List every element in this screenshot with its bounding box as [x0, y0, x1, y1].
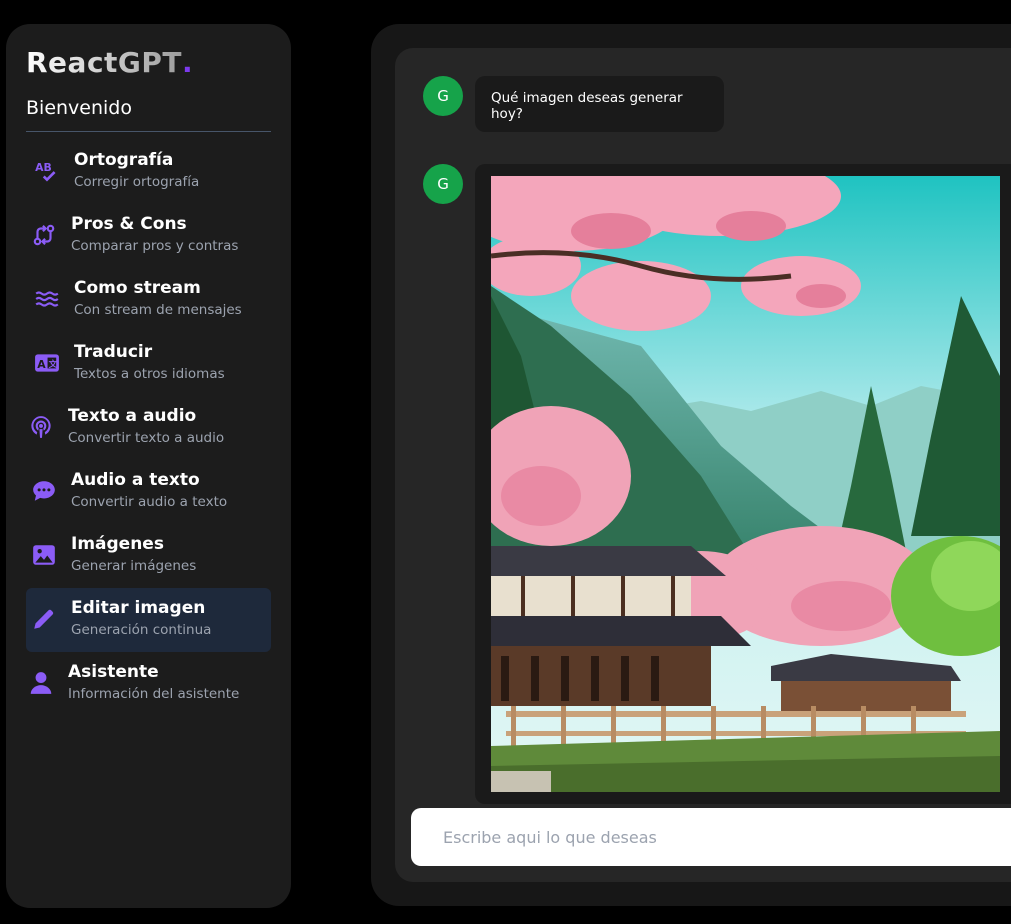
sidebar-item-imagenes[interactable]: Imágenes Generar imágenes — [26, 524, 271, 588]
sidebar-item-title: Texto a audio — [68, 406, 197, 426]
image-icon — [29, 540, 59, 570]
spell-check-icon: AB — [32, 156, 62, 186]
sidebar-item-subtitle: Convertir audio a texto — [71, 494, 228, 510]
sidebar-item-editar-imagen[interactable]: Editar imagen Generación continua — [26, 588, 271, 652]
sidebar-menu: AB Ortografía Corregir ortografía Pros &… — [26, 140, 271, 716]
brand-name: ReactGPT — [26, 46, 183, 79]
sidebar-item-subtitle: Corregir ortografía — [74, 174, 200, 190]
code-compare-icon — [29, 220, 59, 250]
bot-avatar: G — [423, 76, 463, 116]
chat-input-bar — [411, 808, 1011, 866]
sidebar-item-subtitle: Convertir texto a audio — [68, 430, 225, 446]
sidebar-item-asistente[interactable]: Asistente Información del asistente — [26, 652, 271, 716]
sidebar-item-subtitle: Generación continua — [71, 622, 212, 638]
welcome-heading: Bienvenido — [26, 97, 271, 132]
sidebar-item-title: Ortografía — [74, 150, 174, 170]
brand-logo: ReactGPT. — [26, 46, 271, 79]
sidebar-item-subtitle: Información del asistente — [68, 686, 240, 702]
sidebar-item-pros-cons[interactable]: Pros & Cons Comparar pros y contras — [26, 204, 271, 268]
svg-text:A: A — [37, 358, 46, 371]
water-icon — [32, 284, 62, 314]
sidebar-item-title: Pros & Cons — [71, 214, 187, 234]
comment-dots-icon — [29, 476, 59, 506]
chat-input[interactable] — [411, 808, 1011, 866]
brand-dot: . — [182, 46, 193, 79]
user-icon — [26, 668, 56, 698]
svg-text:AB: AB — [35, 161, 52, 174]
sidebar-item-como-stream[interactable]: Como stream Con stream de mensajes — [26, 268, 271, 332]
sidebar-item-title: Audio a texto — [71, 470, 200, 490]
sidebar-item-subtitle: Generar imágenes — [71, 558, 197, 574]
sidebar-item-subtitle: Con stream de mensajes — [74, 302, 242, 318]
sidebar-item-audio-texto[interactable]: Audio a texto Convertir audio a texto — [26, 460, 271, 524]
pencil-icon — [29, 604, 59, 634]
bot-message-text: Qué imagen deseas generar hoy? — [491, 90, 683, 122]
sidebar-item-ortografia[interactable]: AB Ortografía Corregir ortografía — [26, 140, 271, 204]
sidebar-item-title: Imágenes — [71, 534, 164, 554]
sidebar-item-texto-audio[interactable]: Texto a audio Convertir texto a audio — [26, 396, 271, 460]
podcast-icon — [26, 412, 56, 442]
sidebar-item-subtitle: Textos a otros idiomas — [74, 366, 225, 382]
sidebar-item-title: Asistente — [68, 662, 159, 682]
language-icon: A文 — [32, 348, 62, 378]
sidebar-item-traducir[interactable]: A文 Traducir Textos a otros idiomas — [26, 332, 271, 396]
svg-text:文: 文 — [48, 358, 58, 370]
sidebar-item-title: Como stream — [74, 278, 201, 298]
bot-avatar: G — [423, 164, 463, 204]
sidebar-item-title: Traducir — [74, 342, 153, 362]
sidebar-item-subtitle: Comparar pros y contras — [71, 238, 239, 254]
bot-message-bubble: Qué imagen deseas generar hoy? — [475, 76, 724, 132]
sidebar-item-title: Editar imagen — [71, 598, 206, 618]
sidebar: ReactGPT. Bienvenido AB Ortografía Corre… — [6, 24, 291, 908]
generated-image[interactable] — [491, 176, 1000, 792]
